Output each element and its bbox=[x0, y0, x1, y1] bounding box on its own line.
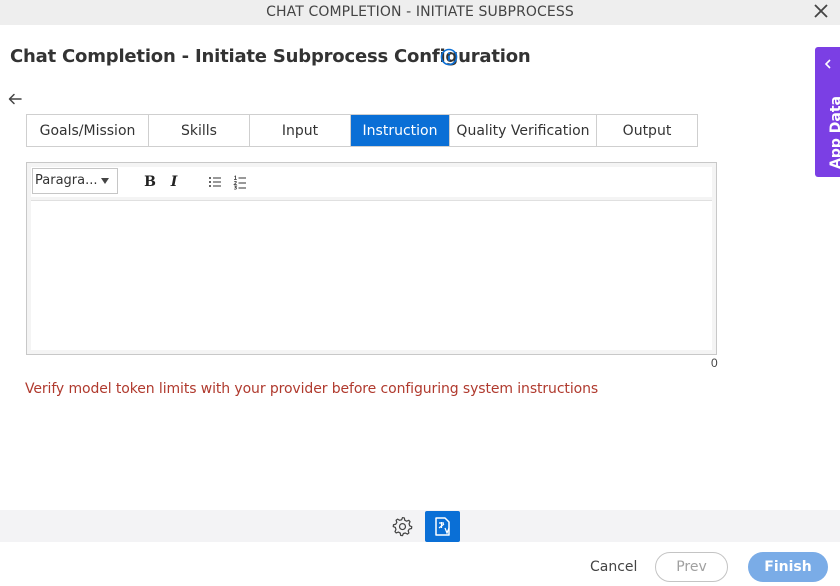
gear-icon[interactable] bbox=[392, 516, 413, 537]
tab-goals-mission[interactable]: Goals/Mission bbox=[27, 115, 149, 146]
title-bar: CHAT COMPLETION - INITIATE SUBPROCESS bbox=[0, 0, 840, 25]
italic-button[interactable]: I bbox=[167, 173, 181, 191]
character-count: 0 bbox=[711, 356, 718, 370]
tab-quality-verification[interactable]: Quality Verification bbox=[450, 115, 597, 146]
config-tabs: Goals/Mission Skills Input Instruction Q… bbox=[26, 114, 698, 147]
close-icon[interactable] bbox=[812, 2, 830, 20]
paragraph-format-select[interactable]: Paragra... bbox=[32, 168, 118, 194]
tab-instruction[interactable]: Instruction bbox=[351, 115, 450, 146]
prev-button[interactable]: Prev bbox=[655, 552, 728, 582]
numbered-list-icon[interactable] bbox=[233, 173, 247, 191]
tab-output[interactable]: Output bbox=[597, 115, 697, 146]
format-select-value: Paragra... bbox=[35, 173, 98, 188]
editor-content-area[interactable] bbox=[31, 200, 712, 350]
tab-input[interactable]: Input bbox=[250, 115, 351, 146]
bold-button[interactable]: B bbox=[143, 173, 157, 191]
document-translate-button[interactable] bbox=[425, 511, 460, 542]
document-translate-icon bbox=[435, 517, 450, 536]
bullet-list-icon[interactable] bbox=[208, 173, 222, 191]
window-title: CHAT COMPLETION - INITIATE SUBPROCESS bbox=[266, 4, 574, 20]
bottom-toolbar bbox=[0, 510, 840, 542]
finish-button[interactable]: Finish bbox=[748, 552, 828, 582]
app-data-panel-toggle[interactable]: App Data bbox=[815, 47, 840, 177]
cancel-button[interactable]: Cancel bbox=[590, 559, 637, 575]
instruction-editor: Paragra... B I bbox=[26, 162, 717, 355]
info-icon[interactable] bbox=[440, 48, 458, 66]
token-limit-warning: Verify model token limits with your prov… bbox=[25, 381, 599, 397]
app-data-label: App Data bbox=[828, 96, 840, 169]
caret-down-icon bbox=[101, 178, 109, 184]
tab-skills[interactable]: Skills bbox=[149, 115, 250, 146]
editor-toolbar: Paragra... B I bbox=[31, 167, 712, 197]
back-arrow-icon[interactable] bbox=[7, 91, 23, 107]
chevron-left-icon bbox=[824, 59, 831, 69]
